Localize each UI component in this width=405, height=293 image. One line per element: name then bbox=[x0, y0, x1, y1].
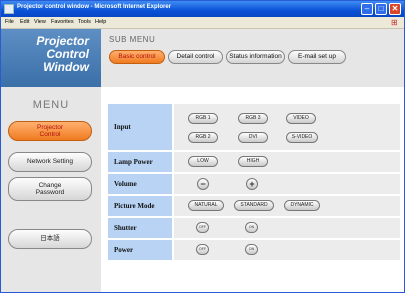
shutter-buttons: OFF ON bbox=[174, 218, 400, 239]
volume-buttons: − + bbox=[174, 174, 400, 195]
picture-mode-label: Picture Mode bbox=[114, 202, 155, 210]
picture-mode-row: Picture Mode NATURAL STANDARD DYNAMIC bbox=[108, 196, 400, 217]
row-label-cell: Volume bbox=[108, 174, 172, 194]
sidebar-item-projector-control[interactable]: Projector Control bbox=[8, 121, 92, 141]
submenu-label: SUB MENU bbox=[109, 35, 156, 44]
sidebar-item-label: Change bbox=[38, 181, 62, 189]
volume-up-button[interactable]: + bbox=[246, 178, 258, 190]
power-on-button[interactable]: ON bbox=[245, 244, 258, 255]
menu-favorites[interactable]: Favorites bbox=[51, 19, 74, 25]
menu-help[interactable]: Help bbox=[95, 19, 106, 25]
sidebar-item-label: Password bbox=[35, 189, 65, 196]
power-label: Power bbox=[114, 246, 134, 254]
control-panel: Input RGB 1 RGB 3 VIDEO RGB 2 DVI S-VIDE… bbox=[101, 87, 404, 292]
input-video-button[interactable]: VIDEO bbox=[286, 113, 316, 124]
power-off-button[interactable]: OFF bbox=[196, 244, 209, 255]
menu-tools[interactable]: Tools bbox=[78, 19, 91, 25]
picture-standard-button[interactable]: STANDARD bbox=[234, 200, 274, 211]
tab-status-information[interactable]: Status information bbox=[226, 50, 285, 64]
menu-view[interactable]: View bbox=[34, 19, 46, 25]
input-rgb1-button[interactable]: RGB 1 bbox=[188, 113, 218, 124]
menu-heading: MENU bbox=[32, 99, 70, 111]
menu-bar: File Edit View Favorites Tools Help ⊞ bbox=[1, 17, 404, 29]
input-rgb2-button[interactable]: RGB 2 bbox=[188, 132, 218, 143]
volume-down-button[interactable]: − bbox=[197, 178, 209, 190]
sidebar-item-network-setting[interactable]: Network Setting bbox=[8, 152, 92, 172]
row-label-cell: Picture Mode bbox=[108, 196, 172, 216]
power-buttons: OFF ON bbox=[174, 240, 400, 261]
sidebar-item-label: Projector bbox=[36, 123, 63, 131]
window-title: Projector control window - Microsoft Int… bbox=[17, 4, 172, 10]
close-button[interactable]: ✕ bbox=[389, 3, 401, 15]
volume-label: Volume bbox=[114, 180, 137, 188]
picture-dynamic-button[interactable]: DYNAMIC bbox=[284, 200, 320, 211]
tab-basic-control[interactable]: Basic control bbox=[109, 50, 165, 64]
ie-icon bbox=[4, 4, 14, 14]
tab-email-setup[interactable]: E-mail set up bbox=[288, 50, 346, 64]
logo-line-1: Projector bbox=[36, 34, 89, 48]
lamp-power-buttons: LOW HIGH bbox=[174, 152, 400, 173]
shutter-off-button[interactable]: OFF bbox=[196, 222, 209, 233]
shutter-label: Shutter bbox=[114, 224, 137, 232]
minimize-button[interactable]: – bbox=[361, 3, 373, 15]
tab-detail-control[interactable]: Detail control bbox=[168, 50, 223, 64]
input-rgb3-button[interactable]: RGB 3 bbox=[238, 113, 268, 124]
sidebar-item-japanese[interactable]: 日本語 bbox=[8, 229, 92, 249]
shutter-row: Shutter OFF ON bbox=[108, 218, 400, 239]
menu-file[interactable]: File bbox=[5, 19, 14, 25]
row-label-cell: Input bbox=[108, 104, 172, 150]
sidebar-item-label: Network Setting bbox=[27, 158, 73, 166]
input-label: Input bbox=[114, 123, 131, 131]
input-buttons: RGB 1 RGB 3 VIDEO RGB 2 DVI S-VIDEO bbox=[174, 104, 400, 151]
logo-line-3: Window bbox=[43, 60, 89, 74]
lamp-power-label: Lamp Power bbox=[114, 158, 153, 166]
sidebar-item-label: 日本語 bbox=[40, 235, 60, 243]
lamp-high-button[interactable]: HIGH bbox=[238, 156, 268, 167]
sidebar-item-change-password[interactable]: Change Password bbox=[8, 177, 92, 201]
input-svideo-button[interactable]: S-VIDEO bbox=[286, 132, 318, 143]
input-dvi-button[interactable]: DVI bbox=[238, 132, 268, 143]
title-bar: Projector control window - Microsoft Int… bbox=[1, 1, 404, 17]
lamp-power-row: Lamp Power LOW HIGH bbox=[108, 152, 400, 173]
input-row: Input RGB 1 RGB 3 VIDEO RGB 2 DVI S-VIDE… bbox=[108, 104, 400, 151]
volume-row: Volume − + bbox=[108, 174, 400, 195]
sidebar-item-label: Control bbox=[39, 131, 61, 138]
submenu-header: SUB MENU Basic control Detail control St… bbox=[101, 29, 404, 87]
row-label-cell: Power bbox=[108, 240, 172, 260]
picture-natural-button[interactable]: NATURAL bbox=[188, 200, 224, 211]
maximize-button[interactable]: □ bbox=[375, 3, 387, 15]
shutter-on-button[interactable]: ON bbox=[245, 222, 258, 233]
logo-line-2: Control bbox=[46, 47, 89, 61]
app-logo: Projector Control Window bbox=[1, 29, 101, 87]
picture-mode-buttons: NATURAL STANDARD DYNAMIC bbox=[174, 196, 400, 217]
browser-window: Projector control window - Microsoft Int… bbox=[0, 0, 405, 293]
row-label-cell: Shutter bbox=[108, 218, 172, 238]
row-label-cell: Lamp Power bbox=[108, 152, 172, 172]
windows-logo-icon: ⊞ bbox=[391, 18, 398, 27]
sidebar: Projector Control Window MENU Projector … bbox=[1, 29, 101, 292]
menu-edit[interactable]: Edit bbox=[20, 19, 29, 25]
lamp-low-button[interactable]: LOW bbox=[188, 156, 218, 167]
power-row: Power OFF ON bbox=[108, 240, 400, 261]
